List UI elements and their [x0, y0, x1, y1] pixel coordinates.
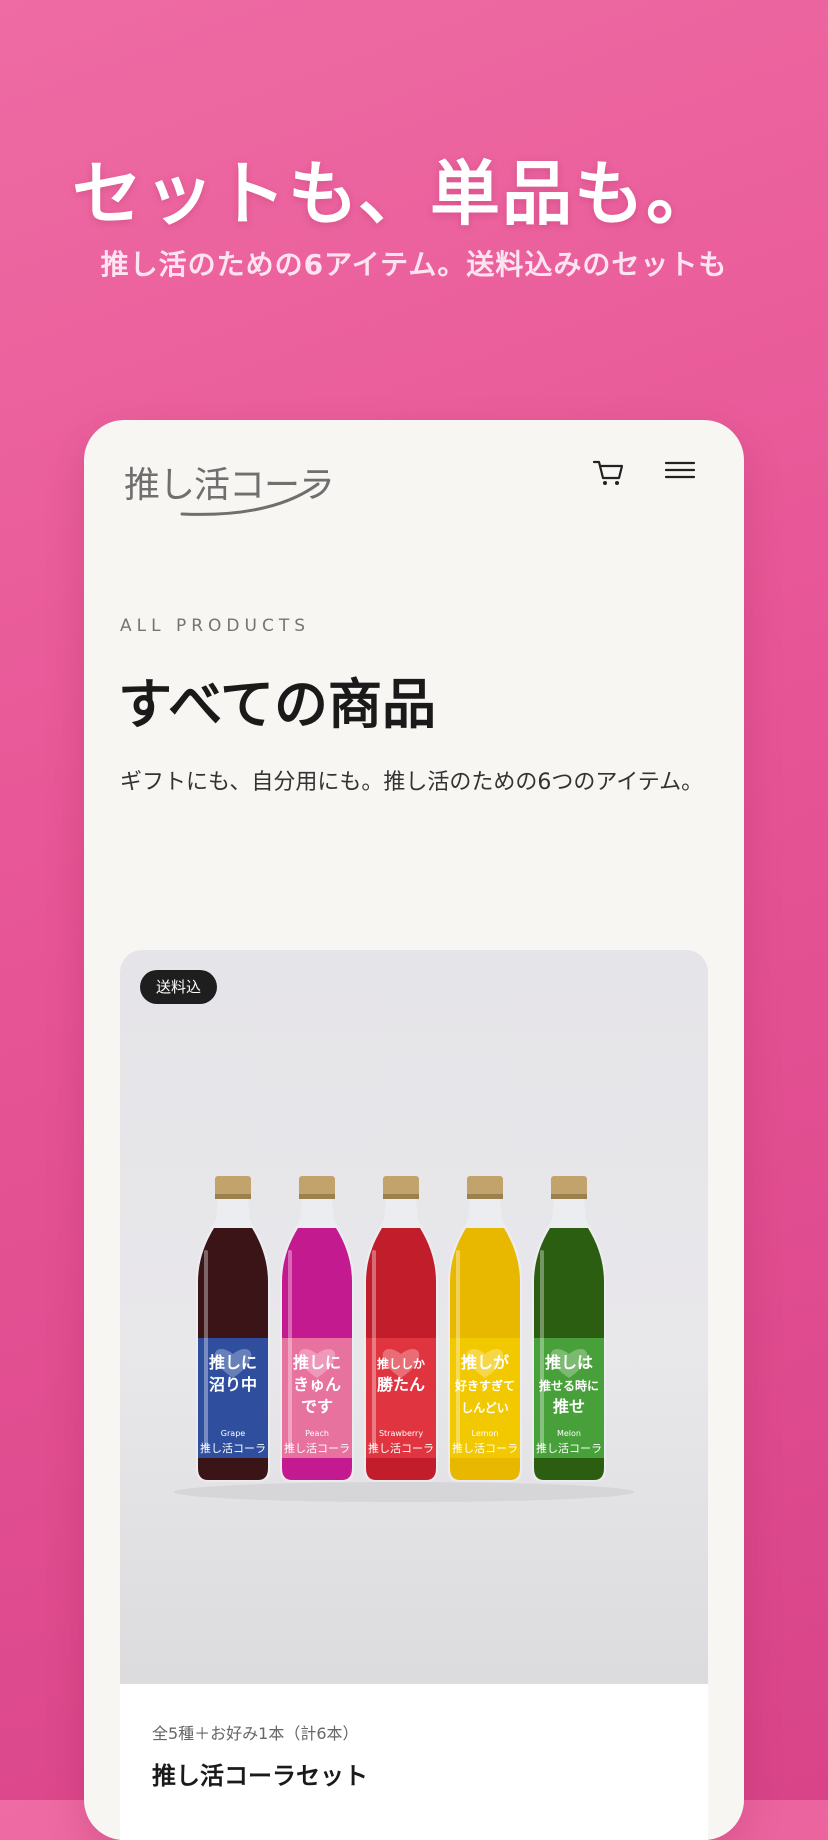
bottle-flavor: Peach [305, 1429, 329, 1438]
bottles-illustration: 推しに沼り中Grape推し活コーラ推しにきゅんですPeach推し活コーラ推ししか… [174, 1176, 634, 1502]
product-subtitle: 全5種＋お好み1本（計6本） [152, 1724, 359, 1743]
bottle-logo: 推し活コーラ [452, 1441, 518, 1455]
phone-screen: 推し活コーラ ALL PRODUCTS すべての商品 ギフトにも、自分用にも。推… [84, 420, 744, 1840]
logo-text: 推し活コーラ [124, 465, 335, 506]
bottle-label-text: 推ししか [377, 1356, 425, 1371]
cart-icon [592, 460, 624, 485]
bottle-label-text: 好きすぎて [454, 1378, 515, 1393]
bottle: 推しに沼り中 Grape 推し活コーラ [196, 1176, 270, 1482]
product-image[interactable]: 推しに 沼り中 Grape 推し活コーラ 推しに きゅん です Peach 推し活コーラ 推ししか… [120, 950, 708, 1684]
product-card[interactable]: 推しに 沼り中 Grape 推し活コーラ 推しに きゅん です Peach 推し活コーラ 推ししか… [120, 950, 708, 1840]
bottle-label-text: 勝たん [377, 1375, 425, 1394]
bottle-label-text: 推せ [553, 1397, 585, 1416]
bottle-logo: 推し活コーラ [536, 1441, 602, 1455]
bottle: 推ししか勝たん Strawberry 推し活コーラ [364, 1176, 438, 1482]
bottle-logo: 推し活コーラ [368, 1441, 434, 1455]
bottle-label-text: しんどい [461, 1401, 509, 1415]
bottle-logo: 推し活コーラ [284, 1441, 350, 1455]
bottle: 推しにきゅんです Peach 推し活コーラ [280, 1176, 354, 1482]
promo-headline: セットも、単品も。 [72, 153, 718, 235]
bottle-flavor: Grape [221, 1429, 245, 1438]
shipping-badge: 送料込 [140, 970, 218, 1004]
bottle-flavor: Melon [557, 1429, 581, 1438]
bottle-label-text: きゅん [293, 1375, 341, 1394]
page-description: ギフトにも、自分用にも。推し活のための6つのアイテム。 [120, 770, 704, 795]
bottle-label-text: 推しが [461, 1353, 509, 1372]
page-title: すべての商品 [118, 673, 437, 736]
product-name[interactable]: 推し活コーラセット [152, 1756, 368, 1791]
bottle-label-text: 推しは [545, 1353, 593, 1372]
cart-button[interactable] [586, 450, 630, 494]
floor-shadow [174, 1482, 634, 1502]
bottle: 推しが好きすぎてしんどい Lemon 推し活コーラ [448, 1176, 522, 1482]
bottle-label-text: 沼り中 [209, 1375, 257, 1394]
bottle-logo: 推し活コーラ [200, 1441, 266, 1455]
section-eyebrow: ALL PRODUCTS [120, 616, 310, 636]
bottle-flavor: Strawberry [379, 1429, 423, 1438]
bottle-label-text: 推せる時に [539, 1378, 599, 1393]
promo-subline: 推し活のための6アイテム。送料込みのセットも [100, 248, 728, 281]
bottle-label-text: です [301, 1397, 333, 1416]
bottle: 推しは推せる時に推せ Melon 推し活コーラ [532, 1176, 606, 1482]
logo[interactable]: 推し活コーラ [122, 440, 335, 520]
bottle-label-text: 推しに [293, 1353, 341, 1372]
bottle-label-text: 推しに [209, 1353, 257, 1372]
menu-icon [664, 461, 696, 479]
bottle-flavor: Lemon [472, 1429, 499, 1438]
menu-button[interactable] [658, 450, 702, 494]
